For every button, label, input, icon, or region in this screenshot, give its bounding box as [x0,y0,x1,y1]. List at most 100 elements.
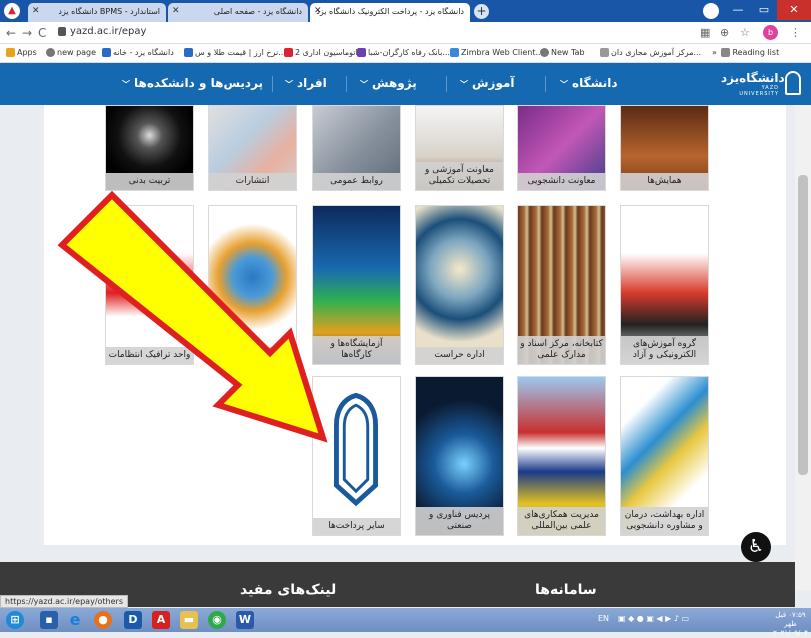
bookmark-label: نرخ ارز | قیمت طلا و س... [195,48,286,57]
tile-label: همایش‌ها [621,173,708,190]
forward-icon[interactable]: → [22,26,32,40]
avatar[interactable]: b [763,25,778,40]
tile-center[interactable]: مرکز [208,205,297,365]
menu-research[interactable]: ﹀ پژوهش [360,76,417,90]
tile-label: معاونت آموزشی و تحصیلات تکمیلی [416,162,503,190]
close-icon[interactable]: ✕ [314,6,322,16]
tab-title: استاندارد - BPMS دانشگاه یزد [58,7,160,16]
bookmark-apps[interactable]: Apps [4,48,37,57]
menu-people[interactable]: ﹀ افراد [285,76,327,90]
bookmark-new-page[interactable]: new page [44,48,96,57]
kebab-menu-icon[interactable]: ⋮ [790,26,801,39]
bookmark-automation[interactable]: اتوماسیون اداری 2 [282,48,358,57]
tile-label: پردیس فناوری و صنعتی [416,507,503,535]
scrollbar-thumb[interactable] [798,175,808,475]
tile-label: مرکز [209,347,296,364]
pdf-icon[interactable]: A [152,611,170,629]
show-desktop-icon[interactable]: ▪ [40,611,58,629]
zoom-icon[interactable]: ⊕ [720,26,729,39]
translate-icon[interactable]: ▦ [700,26,710,39]
exchange-icon [184,48,193,57]
bookmark-zimbra[interactable]: Zimbra Web Client... [448,48,543,57]
close-icon[interactable]: ✕ [172,6,180,16]
chevron-down-icon: ﹀ [122,80,130,89]
tile-physical-education[interactable]: تربیت بدنی [105,105,194,191]
word-icon[interactable]: W [236,611,254,629]
reload-icon[interactable]: C [38,26,46,40]
chevron-down-icon: ﹀ [285,80,293,89]
tile-public-relations[interactable]: روابط عمومی [312,105,401,191]
bookmark-new-tab[interactable]: New Tab [538,48,585,57]
apps-icon [6,48,15,57]
tile-label: واحد ترافیک انتظامات [106,347,193,364]
bookmark-label: New Tab [551,48,585,57]
firefox-icon[interactable]: ● [94,611,112,629]
new-tab-button[interactable]: + [474,4,489,19]
close-icon[interactable]: ✕ [32,6,40,16]
bookmark-exchange[interactable]: نرخ ارز | قیمت طلا و س... [182,48,286,57]
folder-icon[interactable]: ▬ [180,611,198,629]
tab-home[interactable]: ✕ دانشگاه یزد - صفحه اصلی [168,3,308,22]
minimize-button[interactable]: — [725,0,751,20]
bookmark-virtual-center[interactable]: مرکز آموزش مجازی دان... [598,48,701,57]
accessibility-icon[interactable]: ♿ [741,532,771,562]
menu-divider [346,76,347,92]
tab-bpms[interactable]: ✕ استاندارد - BPMS دانشگاه یزد [28,3,166,22]
tile-other-payments[interactable]: سایر پرداخت‌ها [312,376,401,536]
reading-list[interactable]: » Reading list [712,48,779,57]
bookmark-refah-bank[interactable]: بانک رفاه کارگران-شبا... [355,48,450,57]
language-indicator[interactable]: EN [598,614,609,623]
clock-time: ۰۷:۵۹ قبل ظهر [775,611,806,628]
menu-education[interactable]: ﹀ آموزش [460,76,515,90]
site-logo[interactable]: دانشگاه‌یزد YAZD UNIVERSITY [721,71,801,97]
tile-health-counseling[interactable]: اداره بهداشت، درمان و مشاوره دانشجویی [620,376,709,536]
bookmark-yazd-home[interactable]: دانشگاه یزد - خانه [100,48,174,57]
tile-student-affairs[interactable]: معاونت دانشجویی [517,105,606,191]
chevron-down-icon: ﹀ [460,80,468,89]
ie-icon[interactable]: e [66,611,84,629]
tile-traffic-unit[interactable]: واحد ترافیک انتظامات [105,205,194,365]
tile-label: اداره حراست [416,347,503,364]
tile-international[interactable]: مدیریت همکاری‌های علمی بین‌المللی [517,376,606,536]
automation-icon [284,48,293,57]
tile-technology-campus[interactable]: پردیس فناوری و صنعتی [415,376,504,536]
menu-university[interactable]: ﹀ دانشگاه [560,76,618,90]
tile-label: سایر پرداخت‌ها [313,518,400,535]
university-emblem-icon [334,392,379,507]
profile-icon[interactable] [703,3,719,19]
globe-icon [46,48,55,57]
window-close-button[interactable]: ✕ [777,0,811,20]
tile-laboratories[interactable]: آزمایشگاه‌ها و کارگاه‌ها [312,205,401,365]
back-icon[interactable]: ← [6,26,16,40]
start-button-icon[interactable]: ⊞ [6,611,24,629]
tile-library[interactable]: کتابخانه، مرکز اسناد و مدارک علمی [517,205,606,365]
chrome-icon[interactable]: ◉ [208,611,226,629]
site-nav: دانشگاه‌یزد YAZD UNIVERSITY ﹀ دانشگاه ﹀ آم… [0,63,811,105]
maximize-button[interactable]: ▭ [751,0,777,20]
menu-campuses[interactable]: ﹀ پردیس‌ها و دانشکده‌ها [122,76,263,90]
network-people-image [209,206,296,364]
tile-security-office[interactable]: اداره حراست [415,205,504,365]
reading-list-icon [721,48,731,57]
tile-education-vice[interactable]: معاونت آموزشی و تحصیلات تکمیلی [415,105,504,191]
clock-date: ۲۰۲۱/۰۹/۰۴ [773,629,808,637]
yazd-icon [102,48,111,57]
menu-label: افراد [297,76,327,90]
tile-elearning[interactable]: گروه آموزش‌های الکترونیکی و آزاد [620,205,709,365]
page-scrollbar[interactable] [795,105,811,590]
tab-epay[interactable]: ✕ دانشگاه یزد - پرداخت الکترونیک دانشگاه… [310,3,470,22]
tile-conferences[interactable]: همایش‌ها [620,105,709,191]
tile-label: آزمایشگاه‌ها و کارگاه‌ها [313,336,400,364]
menu-label: دانشگاه [572,76,618,90]
browser-menu-icon[interactable]: ▲ [4,3,20,19]
tile-publications[interactable]: انتشارات [208,105,297,191]
status-bar-url: https://yazd.ac.ir/epay/others [0,595,128,608]
chevron-down-icon: ﹀ [360,80,368,89]
url-input[interactable]: yazd.ac.ir/epay [70,26,146,37]
bookmark-star-icon[interactable]: ☆ [740,26,750,39]
app-icon[interactable]: D [124,611,142,629]
clock[interactable]: ۰۷:۵۹ قبل ظهر ۲۰۲۱/۰۹/۰۴ [770,611,811,638]
tile-label: مدیریت همکاری‌های علمی بین‌المللی [518,507,605,535]
tray-icons[interactable]: ▣ ◆ ● ▣ ◀ ▶ ♪ ▭ [618,614,689,623]
lock-icon [58,27,66,36]
